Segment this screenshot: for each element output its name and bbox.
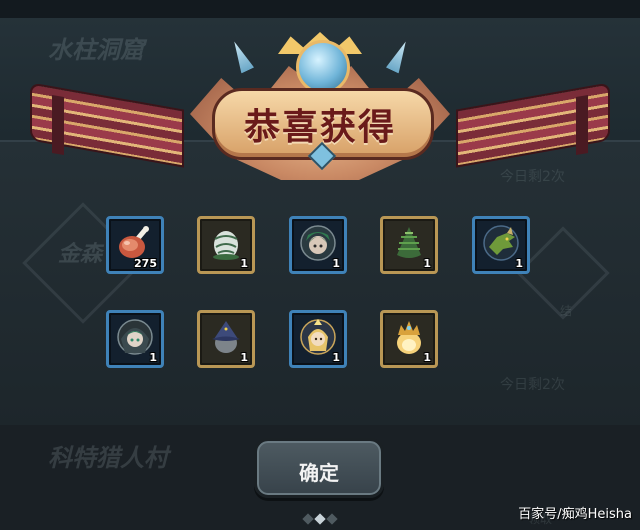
reward-item-crown-egg[interactable]: 1 [380,310,438,368]
bg-location-water-cave: 水柱洞窟 [48,36,144,64]
page-dot-active [314,513,326,525]
golden-crown-egg-icon [397,321,421,354]
reward-count: 1 [149,351,157,364]
reward-item-golden-knight[interactable]: 1 [289,310,347,368]
wizard-hat-egg-icon [212,321,240,353]
reward-count: 275 [134,257,157,270]
egg-icon [213,231,239,260]
reward-item-pine-egg[interactable]: 1 [380,216,438,274]
top-bar [0,0,640,18]
page-indicator [300,512,340,526]
reward-item-wizard-egg[interactable]: 1 [197,310,255,368]
pine-cone-egg-icon [397,227,421,258]
reward-count: 1 [332,257,340,270]
hooded-elf-portrait-icon [117,319,153,355]
reward-count: 1 [240,257,248,270]
reward-item-meat[interactable]: 275 [106,216,164,274]
reward-item-hooded-elf[interactable]: 1 [106,310,164,368]
reward-item-mystery-egg[interactable]: 1 [197,216,255,274]
green-hair-hero-portrait-icon [300,225,336,261]
reward-count: 1 [240,351,248,364]
page-dot [326,513,338,525]
reward-count: 1 [423,351,431,364]
confirm-label: 确定 [299,461,339,485]
reward-count: 1 [515,257,523,270]
meat-icon [119,226,149,258]
reward-item-green-dragon[interactable]: 1 [472,216,530,274]
page-dot [302,513,314,525]
ribbon-fold-left [52,94,64,156]
reward-count: 1 [332,351,340,364]
bg-remaining-bottom: 今日剩2次 [500,377,565,393]
golden-knight-portrait-icon [300,319,336,355]
reward-count: 1 [423,257,431,270]
crest-gem-icon [296,40,350,94]
watermark: 百家号/痴鸡Heisha [518,507,632,522]
bg-remaining-top: 今日剩2次 [500,169,565,185]
green-dragon-portrait-icon [483,225,519,261]
bg-location-hunter-village: 科特猎人村 [48,444,168,472]
confirm-button[interactable]: 确定 [254,438,384,498]
reward-item-green-hero[interactable]: 1 [289,216,347,274]
ribbon-fold-right [576,94,588,156]
